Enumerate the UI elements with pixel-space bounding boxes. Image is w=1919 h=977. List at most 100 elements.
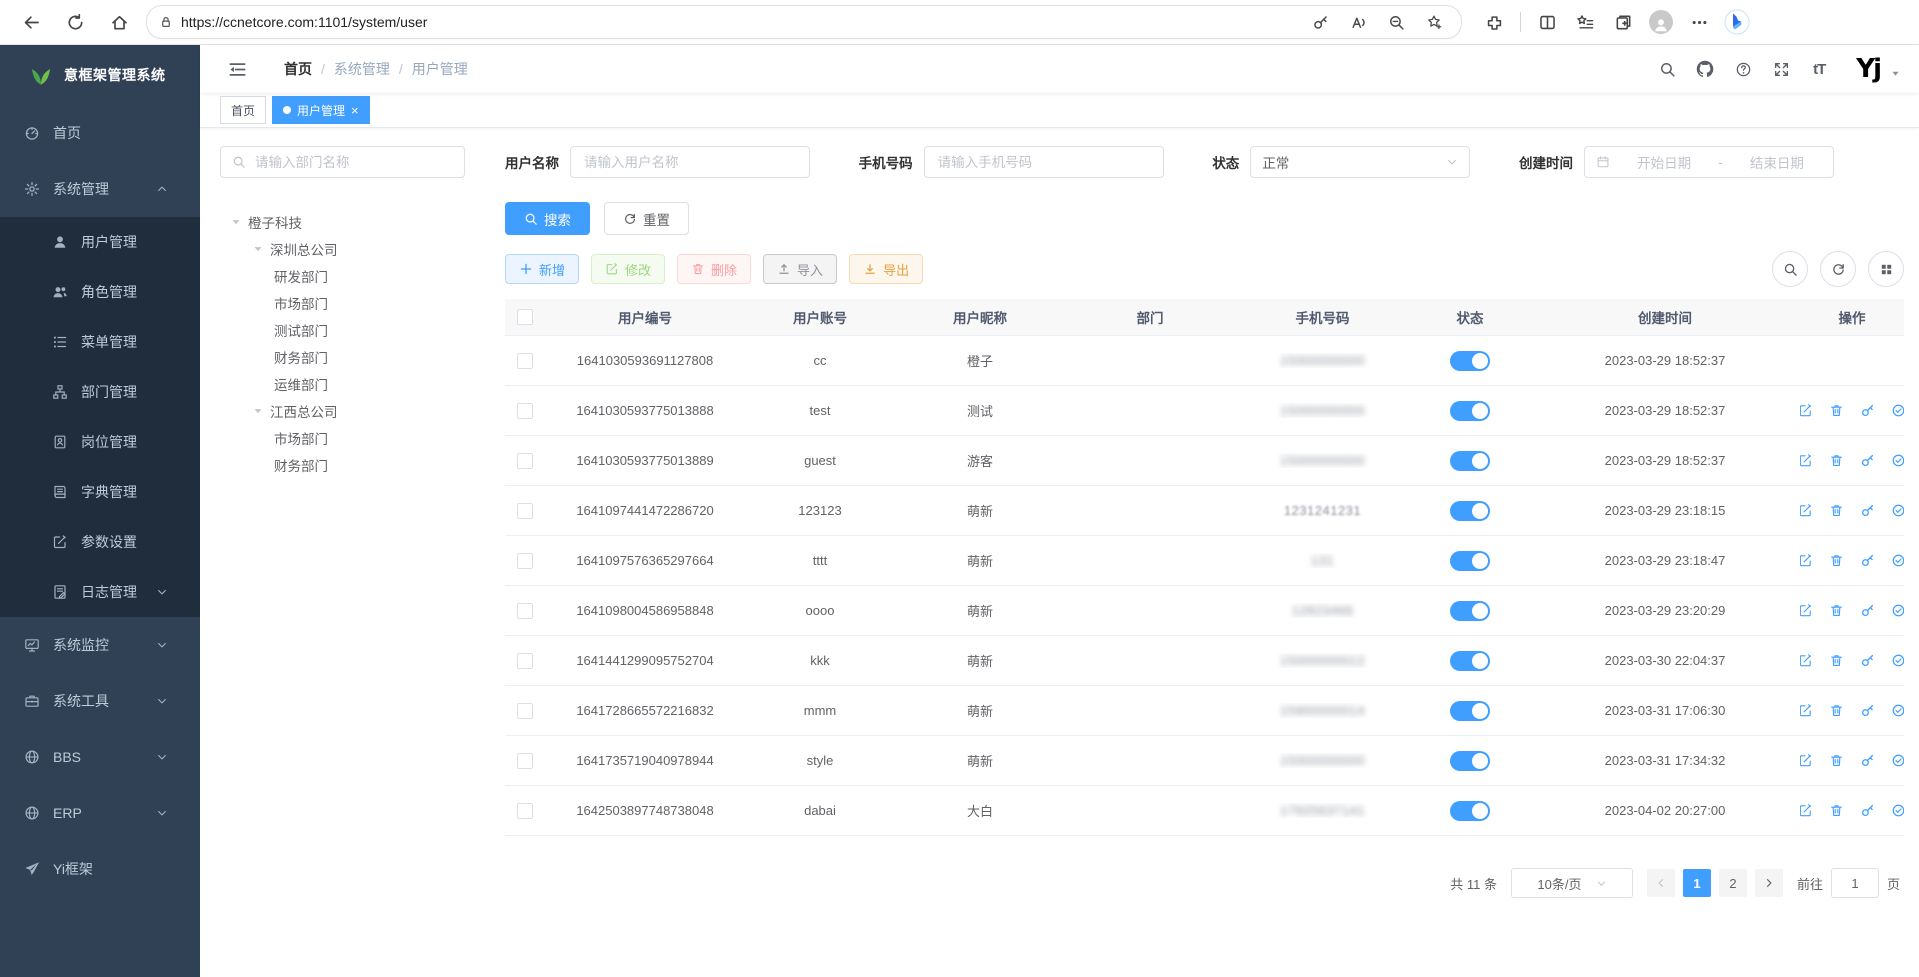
tag-item[interactable]: 首页 xyxy=(220,96,266,124)
page-number-button[interactable]: 1 xyxy=(1683,869,1711,897)
search-button[interactable]: 搜索 xyxy=(505,202,590,235)
sidebar-menu-item[interactable]: 系统管理 xyxy=(0,161,200,217)
row-assign-role-icon[interactable] xyxy=(1891,503,1904,518)
date-range-picker[interactable]: 开始日期 - 结束日期 xyxy=(1584,146,1834,178)
tree-node-label[interactable]: 运维部门 xyxy=(274,374,328,394)
row-delete-icon[interactable] xyxy=(1829,503,1844,518)
row-reset-password-key-icon[interactable] xyxy=(1860,703,1875,718)
row-edit-icon[interactable] xyxy=(1800,753,1813,768)
tree-node[interactable]: 橙子科技 xyxy=(220,208,465,235)
row-reset-password-key-icon[interactable] xyxy=(1860,403,1875,418)
breadcrumb-item[interactable]: / 用户管理 xyxy=(390,59,468,79)
add-button[interactable]: 新增 xyxy=(505,254,579,284)
row-delete-icon[interactable] xyxy=(1829,403,1844,418)
row-edit-icon[interactable] xyxy=(1800,403,1813,418)
row-delete-icon[interactable] xyxy=(1829,703,1844,718)
row-reset-password-key-icon[interactable] xyxy=(1860,653,1875,668)
split-screen-icon[interactable] xyxy=(1531,6,1563,38)
status-toggle[interactable] xyxy=(1450,801,1490,821)
row-delete-icon[interactable] xyxy=(1829,753,1844,768)
zoom-out-icon[interactable] xyxy=(1381,8,1411,36)
tree-node[interactable]: 市场部门 xyxy=(220,289,465,316)
status-toggle[interactable] xyxy=(1450,501,1490,521)
status-toggle[interactable] xyxy=(1450,651,1490,671)
sidebar-menu-item[interactable]: 部门管理 xyxy=(0,367,200,417)
fullscreen-icon[interactable] xyxy=(1766,54,1796,84)
help-icon[interactable] xyxy=(1728,54,1758,84)
status-toggle[interactable] xyxy=(1450,351,1490,371)
browser-menu-icon[interactable] xyxy=(1683,6,1715,38)
row-assign-role-icon[interactable] xyxy=(1891,703,1904,718)
row-edit-icon[interactable] xyxy=(1800,803,1813,818)
browser-profile-avatar[interactable] xyxy=(1645,6,1677,38)
row-checkbox[interactable] xyxy=(517,353,533,369)
tree-node[interactable]: 财务部门 xyxy=(220,451,465,478)
status-select[interactable]: 正常 xyxy=(1250,146,1470,178)
user-avatar-logo[interactable]: Yj xyxy=(1856,54,1880,84)
status-toggle[interactable] xyxy=(1450,601,1490,621)
breadcrumb-item[interactable]: / 系统管理 xyxy=(312,59,390,79)
row-checkbox[interactable] xyxy=(517,503,533,519)
sidebar-menu-item[interactable]: 系统监控 xyxy=(0,617,200,673)
row-edit-icon[interactable] xyxy=(1800,453,1813,468)
sidebar-menu-item[interactable]: 日志管理 xyxy=(0,567,200,617)
sidebar-menu-item[interactable]: 用户管理 xyxy=(0,217,200,267)
refresh-table-button[interactable] xyxy=(1820,251,1856,287)
sidebar-menu-item[interactable]: 角色管理 xyxy=(0,267,200,317)
row-checkbox[interactable] xyxy=(517,703,533,719)
row-checkbox[interactable] xyxy=(517,753,533,769)
sidebar-menu-item[interactable]: 岗位管理 xyxy=(0,417,200,467)
row-reset-password-key-icon[interactable] xyxy=(1860,603,1875,618)
status-toggle[interactable] xyxy=(1450,551,1490,571)
tree-node-label[interactable]: 财务部门 xyxy=(274,347,328,367)
row-checkbox[interactable] xyxy=(517,553,533,569)
export-button[interactable]: 导出 xyxy=(849,254,923,284)
collections-icon[interactable] xyxy=(1607,6,1639,38)
breadcrumb-item[interactable]: 首页 xyxy=(266,59,312,79)
sidebar-menu-item[interactable]: Yi框架 xyxy=(0,841,200,897)
row-assign-role-icon[interactable] xyxy=(1891,403,1904,418)
browser-refresh-button[interactable] xyxy=(58,5,92,39)
row-delete-icon[interactable] xyxy=(1829,603,1844,618)
row-reset-password-key-icon[interactable] xyxy=(1860,453,1875,468)
row-delete-icon[interactable] xyxy=(1829,653,1844,668)
sidebar-menu-item[interactable]: 首页 xyxy=(0,105,200,161)
reset-button[interactable]: 重置 xyxy=(604,202,689,235)
row-delete-icon[interactable] xyxy=(1829,803,1844,818)
tree-node-label[interactable]: 橙子科技 xyxy=(248,212,302,232)
extensions-icon[interactable] xyxy=(1478,6,1510,38)
tag-item[interactable]: 用户管理 × xyxy=(272,96,370,124)
column-settings-button[interactable] xyxy=(1868,251,1904,287)
row-checkbox[interactable] xyxy=(517,453,533,469)
tree-node[interactable]: 测试部门 xyxy=(220,316,465,343)
sidebar-menu-item[interactable]: BBS xyxy=(0,729,200,785)
goto-page-input[interactable] xyxy=(1831,868,1879,898)
add-favorite-icon[interactable] xyxy=(1419,8,1449,36)
row-edit-icon[interactable] xyxy=(1800,653,1813,668)
phone-field[interactable] xyxy=(936,154,1152,171)
row-checkbox[interactable] xyxy=(517,403,533,419)
username-field[interactable] xyxy=(582,154,798,171)
address-bar[interactable]: https://ccnetcore.com:1101/system/user xyxy=(146,5,1462,39)
row-assign-role-icon[interactable] xyxy=(1891,653,1904,668)
browser-back-button[interactable] xyxy=(14,5,48,39)
prev-page-button[interactable] xyxy=(1647,869,1675,897)
page-size-select[interactable]: 10条/页 xyxy=(1511,868,1633,898)
password-key-icon[interactable] xyxy=(1305,8,1335,36)
row-delete-icon[interactable] xyxy=(1829,553,1844,568)
tree-node-label[interactable]: 深圳总公司 xyxy=(270,239,338,259)
tree-expand-caret-icon[interactable] xyxy=(230,216,242,228)
tree-node[interactable]: 财务部门 xyxy=(220,343,465,370)
tree-node-label[interactable]: 财务部门 xyxy=(274,455,328,475)
status-toggle[interactable] xyxy=(1450,401,1490,421)
start-date-placeholder[interactable]: 开始日期 xyxy=(1619,152,1709,172)
row-assign-role-icon[interactable] xyxy=(1891,553,1904,568)
tag-close-icon[interactable]: × xyxy=(351,104,359,117)
read-aloud-icon[interactable] xyxy=(1343,8,1373,36)
dept-name-field[interactable] xyxy=(253,154,453,171)
tree-node-label[interactable]: 市场部门 xyxy=(274,428,328,448)
status-toggle[interactable] xyxy=(1450,451,1490,471)
tree-node[interactable]: 运维部门 xyxy=(220,370,465,397)
status-toggle[interactable] xyxy=(1450,751,1490,771)
favorites-bar-icon[interactable] xyxy=(1569,6,1601,38)
